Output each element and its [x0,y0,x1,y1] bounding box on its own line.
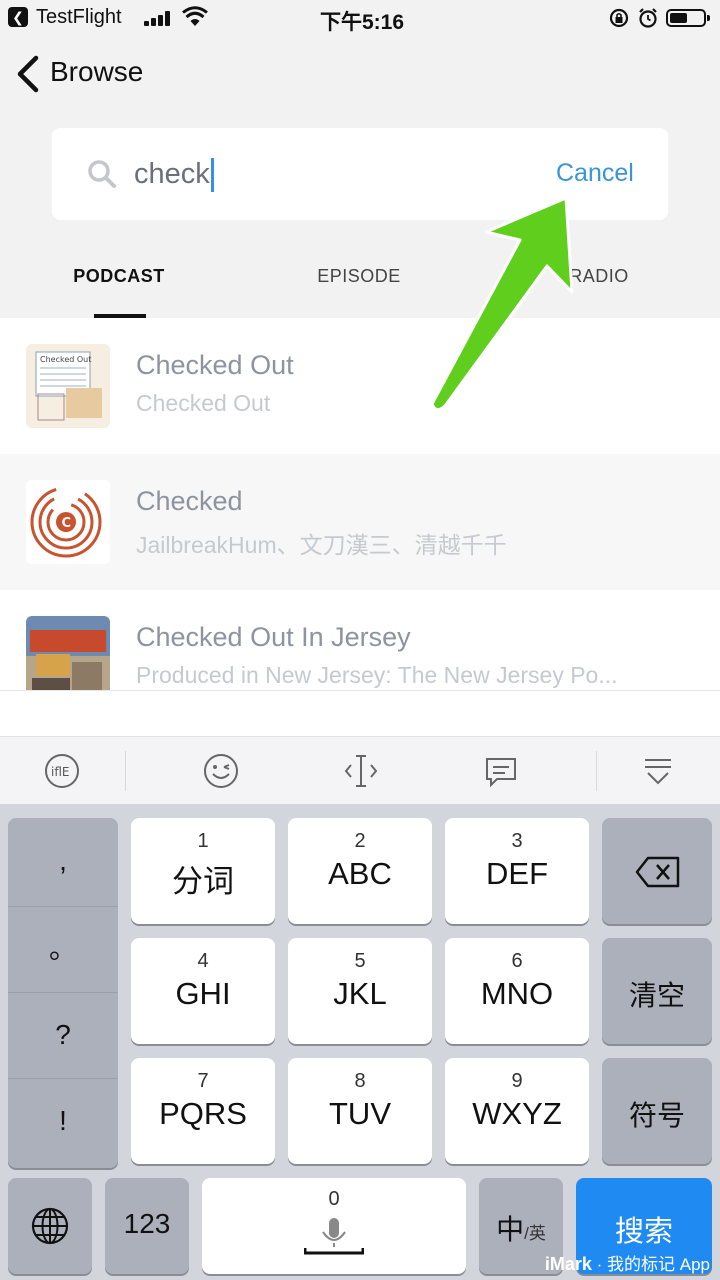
key-number: 8 [354,1070,366,1092]
cursor-move-icon[interactable] [343,753,379,789]
watermark-text: · 我的标记 App [596,1255,710,1274]
punct-comma-key[interactable]: , [8,818,118,904]
key-6[interactable]: 6 MNO [445,938,589,1044]
annotation-arrow-icon [430,196,574,411]
message-icon[interactable] [483,753,519,789]
clear-button[interactable]: 清空 [602,938,712,1044]
globe-button[interactable] [8,1178,92,1274]
key-label: 123 [123,1208,171,1239]
key-number: 7 [197,1070,209,1092]
key-label: JKL [333,976,387,1011]
key-8[interactable]: 8 TUV [288,1058,432,1164]
key-label: 搜索 [614,1216,673,1248]
symbols-button[interactable]: 符号 [602,1058,712,1164]
key-number: 0 [328,1188,340,1210]
key-label: WXYZ [472,1096,562,1131]
key-label: MNO [480,976,554,1011]
punct-period-key[interactable]: 。 [8,906,118,992]
key-label: 中/英 [479,1208,563,1248]
key-number: 2 [354,830,366,852]
microphone-icon [304,1218,364,1255]
keyboard: , 。 ? ! 1 分词 2 ABC 3 DEF 4 GHI 5 JKL 6 M… [0,804,720,1280]
key-number: 3 [511,830,523,852]
punct-question-key[interactable]: ? [8,992,118,1078]
lang-sub: /英 [524,1224,546,1243]
punct-exclaim-key[interactable]: ! [8,1078,118,1164]
key-number: 4 [197,950,209,972]
watermark-brand: iMark [544,1254,592,1274]
key-number: 9 [511,1070,523,1092]
key-label: 清空 [628,980,685,1011]
ime-logo-icon[interactable]: iflE [44,753,80,789]
key-number: 1 [197,830,209,852]
key-1[interactable]: 1 分词 [131,818,275,924]
key-4[interactable]: 4 GHI [131,938,275,1044]
key-number: 6 [511,950,523,972]
toolbar-divider [125,751,126,791]
key-number: 5 [354,950,366,972]
hide-keyboard-icon[interactable] [640,753,676,789]
numbers-button[interactable]: 123 [105,1178,189,1274]
key-label: TUV [329,1096,391,1131]
watermark: iMark · 我的标记 App [545,1250,710,1275]
key-label: ABC [328,856,392,891]
key-2[interactable]: 2 ABC [288,818,432,924]
backspace-icon [635,856,680,888]
key-label: 符号 [628,1100,685,1131]
key-9[interactable]: 9 WXYZ [445,1058,589,1164]
key-label: 分词 [172,864,234,899]
emoji-icon[interactable] [203,753,239,789]
keyboard-toolbar: iflE [0,736,720,805]
delete-button[interactable] [602,818,712,924]
punctuation-column: , 。 ? ! [8,818,118,1168]
space-voice-key[interactable]: 0 [202,1178,466,1274]
toolbar-divider [596,751,597,791]
key-5[interactable]: 5 JKL [288,938,432,1044]
svg-text:iflE: iflE [51,765,69,779]
lang-main: 中 [496,1214,525,1245]
key-label: PQRS [159,1096,247,1131]
globe-icon [31,1207,69,1245]
key-label: DEF [486,856,548,891]
key-label: GHI [175,976,231,1011]
key-3[interactable]: 3 DEF [445,818,589,924]
key-7[interactable]: 7 PQRS [131,1058,275,1164]
